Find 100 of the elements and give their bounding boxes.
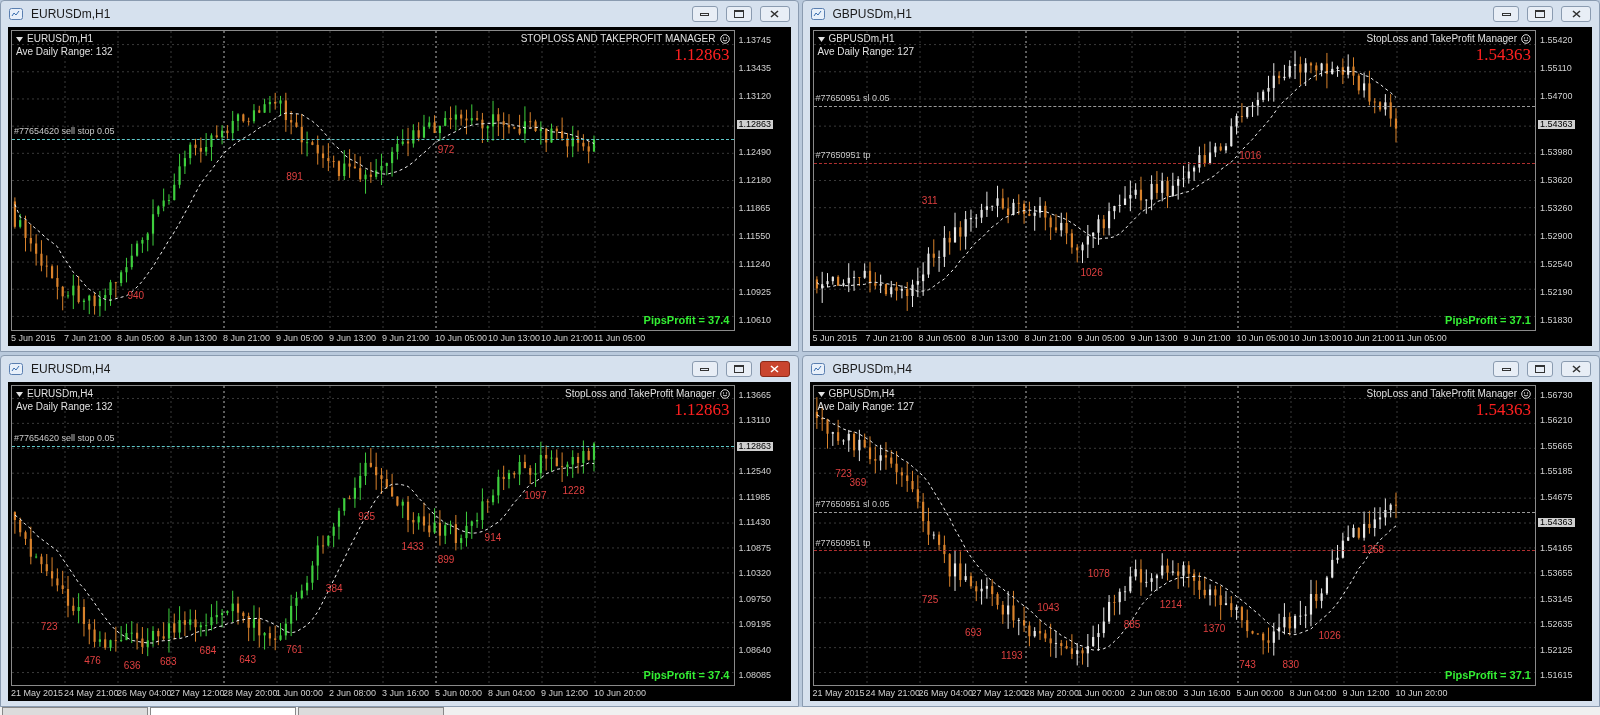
pips-profit: PipsProfit = 37.1 bbox=[1445, 667, 1531, 683]
symbol-label: GBPUSDm,H4 bbox=[828, 388, 895, 401]
time-axis-label: 9 Jun 13:00 bbox=[1130, 331, 1179, 345]
time-axis-label: 10 Jun 05:00 bbox=[435, 331, 488, 345]
price-axis-label: 1.13665 bbox=[737, 391, 773, 400]
time-axis-label: 9 Jun 21:00 bbox=[1183, 331, 1232, 345]
trade-pips-label: 725 bbox=[921, 595, 939, 606]
price-axis-label: 1.11985 bbox=[737, 492, 772, 502]
time-axis-label: 9 Jun 13:00 bbox=[329, 331, 378, 345]
time-axis-label: 24 May 21:00 bbox=[865, 686, 919, 700]
time-axis-label: 2 Jun 08:00 bbox=[1130, 686, 1179, 700]
window-title: GBPUSDm,H4 bbox=[832, 361, 912, 378]
price-axis-label: 1.08085 bbox=[737, 671, 773, 680]
pips-profit: PipsProfit = 37.1 bbox=[1445, 312, 1531, 328]
price-axis-label: 1.51830 bbox=[1539, 316, 1574, 325]
time-axis-label: 9 Jun 21:00 bbox=[382, 331, 431, 345]
price-axis-label: 1.11865 bbox=[737, 204, 772, 213]
price-axis-label: 1.52635 bbox=[1539, 620, 1574, 630]
price-axis-label: 1.12863 bbox=[736, 441, 774, 451]
time-axis-label: 3 Jun 16:00 bbox=[1183, 686, 1232, 700]
price-axis-label: 1.12180 bbox=[737, 176, 773, 185]
price-axis-label: 1.10320 bbox=[737, 569, 773, 579]
price-axis-label: 1.13435 bbox=[737, 64, 773, 73]
price-axis-label: 1.12490 bbox=[737, 148, 773, 157]
time-axis-label: 9 Jun 12:00 bbox=[541, 686, 590, 700]
time-axis-label: 28 May 20:00 bbox=[1024, 686, 1078, 700]
time-axis-label: 3 Jun 16:00 bbox=[382, 686, 431, 700]
time-axis-label: 8 Jun 21:00 bbox=[223, 331, 272, 345]
price-axis-label: 1.53260 bbox=[1539, 204, 1574, 213]
trade-pips-label: 369 bbox=[849, 477, 867, 488]
trade-pips-label: 1043 bbox=[1037, 603, 1060, 613]
trade-pips-label: 476 bbox=[84, 656, 101, 667]
time-axis-label: 9 Jun 05:00 bbox=[276, 331, 325, 345]
trade-pips-label: 1228 bbox=[562, 486, 585, 497]
trade-pips-label: 723 bbox=[40, 621, 58, 632]
time-axis-label: 8 Jun 04:00 bbox=[488, 686, 537, 700]
order-line-label: #77650951 tp bbox=[815, 536, 871, 550]
trade-pips-label: 636 bbox=[123, 660, 141, 671]
time-axis-label: 8 Jun 05:00 bbox=[117, 331, 166, 345]
price-axis-label: 1.12863 bbox=[736, 120, 774, 129]
trade-pips-label: 723 bbox=[835, 468, 852, 479]
time-axis-label: 26 May 04:00 bbox=[918, 686, 972, 700]
trade-pips-label: 1026 bbox=[1080, 267, 1103, 278]
trade-pips-label: 1193 bbox=[1001, 650, 1023, 661]
trade-pips-label: 1433 bbox=[401, 541, 424, 552]
bid-price: 1.12863 bbox=[674, 400, 730, 418]
price-axis-label: 1.56730 bbox=[1539, 391, 1574, 400]
trade-pips-label: 914 bbox=[484, 533, 502, 544]
time-axis-label: 11 Jun 05:00 bbox=[1395, 331, 1448, 345]
trade-pips-label: 1370 bbox=[1203, 624, 1226, 635]
time-axis-label: 2 Jun 08:00 bbox=[329, 686, 378, 700]
time-axis-label: 24 May 21:00 bbox=[64, 686, 117, 700]
order-line-label: #77654620 sell stop 0.05 bbox=[14, 432, 115, 446]
price-axis-label: 1.53980 bbox=[1539, 148, 1574, 157]
manager-title: StopLoss and TakeProfit Manager bbox=[565, 388, 716, 401]
time-axis-label: 5 Jun 00:00 bbox=[1236, 686, 1285, 700]
trade-pips-label: 899 bbox=[437, 554, 455, 565]
trade-pips-label: 1214 bbox=[1159, 599, 1183, 610]
ave-daily-range: Ave Daily Range: 132 bbox=[16, 400, 113, 413]
price-axis-label: 1.52125 bbox=[1539, 645, 1574, 655]
time-axis-label: 26 May 04:00 bbox=[117, 686, 170, 700]
price-axis-label: 1.54675 bbox=[1539, 492, 1574, 502]
price-axis-label: 1.13110 bbox=[737, 416, 772, 426]
trade-pips-label: 1026 bbox=[1318, 630, 1341, 641]
time-axis-label: 10 Jun 13:00 bbox=[488, 331, 541, 345]
price-axis-label: 1.09195 bbox=[737, 620, 773, 630]
trade-pips-label: 643 bbox=[239, 654, 256, 665]
window-title: EURUSDm,H1 bbox=[31, 6, 111, 23]
bid-price: 1.54363 bbox=[1475, 45, 1531, 63]
time-axis-label: 27 May 12:00 bbox=[170, 686, 223, 700]
time-axis-label: 10 Jun 20:00 bbox=[594, 686, 647, 700]
trade-pips-label: 684 bbox=[199, 646, 217, 657]
trade-pips-label: 1016 bbox=[1239, 151, 1262, 162]
time-axis-label: 7 Jun 21:00 bbox=[865, 331, 914, 345]
time-axis-label: 5 Jun 00:00 bbox=[435, 686, 484, 700]
price-axis-label: 1.55665 bbox=[1539, 441, 1574, 451]
trade-pips-label: 891 bbox=[286, 172, 303, 183]
trade-pips-label: 972 bbox=[437, 144, 455, 155]
trade-pips-label: 743 bbox=[1239, 660, 1256, 671]
trade-pips-label: 1258 bbox=[1361, 545, 1385, 556]
price-axis-label: 1.13120 bbox=[737, 92, 773, 101]
price-axis-label: 1.11240 bbox=[737, 260, 772, 269]
price-axis-label: 1.55420 bbox=[1539, 36, 1574, 45]
trade-pips-label: 683 bbox=[159, 657, 177, 668]
time-axis-label: 7 Jun 21:00 bbox=[64, 331, 113, 345]
price-axis-label: 1.55185 bbox=[1539, 467, 1574, 477]
trade-pips-label: 693 bbox=[965, 628, 982, 639]
time-axis-label: 8 Jun 13:00 bbox=[971, 331, 1020, 345]
trade-pips-label: 384 bbox=[325, 584, 343, 595]
manager-title: STOPLOSS AND TAKEPROFIT MANAGER bbox=[520, 33, 716, 46]
price-axis-label: 1.08640 bbox=[737, 645, 773, 655]
price-axis-label: 1.51615 bbox=[1539, 671, 1574, 680]
time-axis-label: 5 Jun 2015 bbox=[812, 331, 859, 345]
price-axis-label: 1.54363 bbox=[1538, 120, 1575, 129]
trade-pips-label: 830 bbox=[1282, 660, 1300, 671]
time-axis-label: 10 Jun 13:00 bbox=[1289, 331, 1343, 345]
order-line-label: #77650951 sl 0.05 bbox=[815, 92, 890, 106]
trade-pips-label: 940 bbox=[127, 290, 145, 301]
ave-daily-range: Ave Daily Range: 132 bbox=[16, 45, 113, 58]
trade-pips-label: 885 bbox=[1123, 619, 1141, 630]
